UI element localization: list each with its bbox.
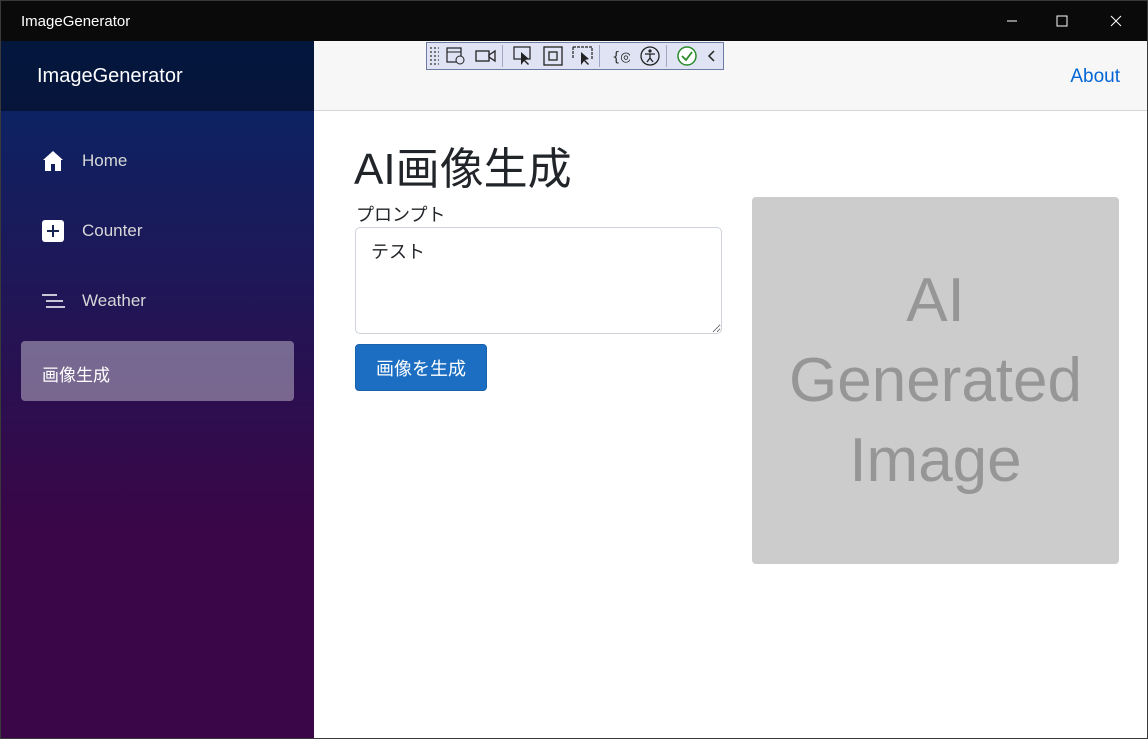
- home-icon: [43, 151, 63, 171]
- sidebar-item-label: 画像生成: [42, 366, 110, 385]
- track-focus-icon: [572, 46, 593, 65]
- live-tree-button[interactable]: [443, 44, 469, 68]
- select-cursor-icon: [513, 46, 531, 65]
- sidebar-item-weather[interactable]: Weather: [21, 271, 294, 331]
- minimize-icon: [1007, 20, 1017, 22]
- generate-image-button[interactable]: 画像を生成: [355, 344, 487, 391]
- drag-handle[interactable]: [429, 46, 439, 66]
- sidebar-item-label: Counter: [82, 221, 143, 240]
- sidebar: ImageGenerator Home Counter Weather 画像生成: [1, 41, 314, 738]
- live-tree-icon: [446, 47, 465, 65]
- record-button[interactable]: [473, 44, 499, 68]
- about-link[interactable]: About: [1070, 66, 1120, 88]
- select-element-button[interactable]: [510, 44, 536, 68]
- camera-icon: [475, 49, 496, 63]
- accessibility-icon: [640, 46, 660, 66]
- sidebar-item-home[interactable]: Home: [21, 131, 294, 191]
- sidebar-item-image-generation[interactable]: 画像生成: [21, 341, 294, 401]
- display-layout-adorners-button[interactable]: [540, 44, 566, 68]
- sidebar-item-counter[interactable]: Counter: [21, 201, 294, 261]
- prompt-input[interactable]: テスト: [355, 227, 722, 334]
- list-icon: [42, 294, 65, 308]
- plus-square-icon: [42, 220, 64, 242]
- adorner-icon: [543, 46, 563, 66]
- title-bar: ImageGenerator: [1, 1, 1147, 41]
- hot-reload-status-button[interactable]: [674, 44, 700, 68]
- accessibility-button[interactable]: [637, 44, 663, 68]
- brand-bar: ImageGenerator: [1, 41, 314, 111]
- main-content: AI画像生成 プロンプト テスト 画像を生成 AI Generated Imag…: [314, 111, 1147, 738]
- maximize-button[interactable]: [1037, 1, 1087, 41]
- image-placeholder-text: AI Generated Image: [789, 265, 1082, 495]
- maximize-icon: [1056, 15, 1068, 27]
- sidebar-item-label: Weather: [82, 291, 146, 310]
- generated-image: AI Generated Image: [752, 197, 1119, 564]
- collapse-toolbar-button[interactable]: [704, 44, 718, 68]
- toolbar-separator: [599, 45, 600, 67]
- track-focus-button[interactable]: [570, 44, 596, 68]
- svg-text:{◎}: {◎}: [612, 50, 630, 65]
- minimize-button[interactable]: [987, 1, 1037, 41]
- close-button[interactable]: [1091, 1, 1141, 41]
- sidebar-item-label: Home: [82, 151, 128, 170]
- app-window: ImageGenerator ImageGenerator Home Count…: [0, 0, 1148, 739]
- page-title: AI画像生成: [354, 145, 572, 194]
- toolbar-separator: [666, 45, 667, 67]
- xaml-debug-toolbar: {◎}: [426, 42, 724, 70]
- close-icon: [1110, 15, 1122, 27]
- binding-failures-button[interactable]: {◎}: [607, 44, 633, 68]
- binding-icon: {◎}: [612, 50, 630, 65]
- check-circle-icon: [677, 46, 697, 66]
- prompt-label: プロンプト: [356, 205, 446, 225]
- brand-name[interactable]: ImageGenerator: [37, 65, 183, 88]
- toolbar-separator: [502, 45, 503, 67]
- window-title: ImageGenerator: [21, 13, 131, 30]
- chevron-left-icon: [707, 50, 715, 62]
